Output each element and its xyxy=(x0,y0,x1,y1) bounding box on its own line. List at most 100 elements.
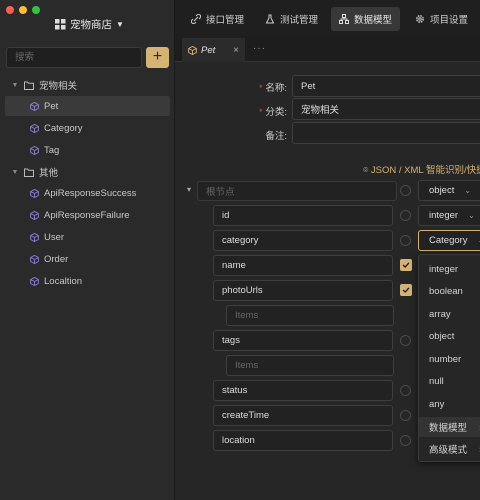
project-switcher[interactable]: 宠物商店 ▼ xyxy=(55,17,124,31)
root-type-select[interactable]: object ⌄ xyxy=(418,180,480,201)
json-import-link[interactable]: ⌾ JSON / XML 智能识别/快捷 xyxy=(363,162,480,176)
model-icon xyxy=(30,210,39,220)
flask-icon xyxy=(265,14,275,24)
required-toggle[interactable] xyxy=(400,185,411,196)
field-name-input[interactable]: createTime xyxy=(213,405,393,426)
tab-settings[interactable]: 项目设置 xyxy=(407,7,476,31)
field-name-input[interactable]: photoUrls xyxy=(213,280,393,301)
window-minimize-button[interactable] xyxy=(19,6,27,14)
required-toggle[interactable] xyxy=(400,335,411,346)
tree-item-label: Pet xyxy=(44,100,59,112)
root-type-value: object xyxy=(429,185,455,196)
field-name-input[interactable]: Items xyxy=(226,305,394,326)
tree-item[interactable]: Order xyxy=(0,249,170,269)
field-name-input[interactable]: id xyxy=(213,205,393,226)
type-option[interactable]: object xyxy=(419,327,480,347)
chevron-down-icon: ⌄ xyxy=(464,186,472,195)
required-toggle[interactable] xyxy=(400,435,411,446)
model-icon xyxy=(30,145,39,155)
caret-down-icon: ▼ xyxy=(11,81,19,89)
tab-label: 接口管理 xyxy=(206,15,245,26)
check-icon xyxy=(402,287,410,293)
type-option[interactable]: number xyxy=(419,349,480,369)
required-toggle[interactable] xyxy=(400,235,411,246)
window-maximize-button[interactable] xyxy=(32,6,40,14)
sidebar: 宠物商店 ▼ + ▼ 宠物相关 Pet Category Tag ▼ 其他 ApiRespon… xyxy=(0,0,175,500)
note-input[interactable] xyxy=(292,122,480,144)
required-toggle[interactable] xyxy=(400,210,411,221)
tree-item[interactable]: Tag xyxy=(0,140,170,160)
category-select[interactable]: 宠物相关 xyxy=(292,98,480,120)
type-option[interactable]: array xyxy=(419,304,480,324)
tree-item-label: Category xyxy=(44,122,83,134)
model-icon xyxy=(30,101,39,111)
grid-icon xyxy=(55,18,66,29)
tree-group[interactable]: ▼ 其他 xyxy=(0,162,170,182)
window-close-button[interactable] xyxy=(6,6,14,14)
close-icon[interactable]: × xyxy=(233,45,239,56)
type-option[interactable]: integer xyxy=(419,259,480,279)
field-name-input[interactable]: status xyxy=(213,380,393,401)
top-nav: 接口管理 测试管理 数据模型 项目设置 xyxy=(175,0,480,38)
model-icon xyxy=(30,188,39,198)
required-checkbox[interactable] xyxy=(400,284,412,296)
link-icon xyxy=(191,14,201,24)
folder-icon xyxy=(24,81,34,90)
search-input[interactable] xyxy=(6,47,142,68)
tree-item-label: User xyxy=(44,231,65,243)
folder-icon xyxy=(24,168,34,177)
type-submenu[interactable]: 高级模式› xyxy=(419,439,480,459)
required-toggle[interactable] xyxy=(400,410,411,421)
field-name-input[interactable]: category xyxy=(213,230,393,251)
field-type-value: integer xyxy=(429,210,459,221)
required-checkbox[interactable] xyxy=(400,259,412,271)
field-name-input[interactable]: name xyxy=(213,255,393,276)
tree-item[interactable]: ApiResponseSuccess xyxy=(0,183,170,203)
type-submenu[interactable]: 数据模型› xyxy=(419,416,480,437)
field-type-select[interactable]: Category⌄ xyxy=(418,230,480,251)
check-icon xyxy=(402,262,410,268)
tree-group[interactable]: ▼ 宠物相关 xyxy=(0,75,170,95)
required-toggle[interactable] xyxy=(400,385,411,396)
chevron-down-icon: ⌄ xyxy=(468,211,475,220)
submenu-label: 数据模型 xyxy=(429,422,468,434)
name-input[interactable]: Pet xyxy=(292,75,480,97)
more-icon[interactable]: ··· xyxy=(253,43,266,54)
model-icon xyxy=(30,276,39,286)
name-label: * 名称: xyxy=(259,83,287,94)
tree-item[interactable]: Localtion xyxy=(0,271,170,291)
field-name-input[interactable]: tags xyxy=(213,330,393,351)
tree-item-label: Tag xyxy=(44,144,60,156)
category-label: * 分类: xyxy=(259,107,287,118)
model-icon xyxy=(188,45,197,55)
tab-test[interactable]: 测试管理 xyxy=(257,7,326,31)
doc-tab-pet[interactable]: Pet × xyxy=(182,38,245,62)
tab-api[interactable]: 接口管理 xyxy=(183,7,252,31)
root-node-input[interactable]: 根节点 xyxy=(197,181,397,201)
type-option[interactable]: null xyxy=(419,372,480,392)
document-tabs: Pet × ··· xyxy=(175,38,480,62)
submenu-label: 高级模式 xyxy=(429,445,468,456)
field-name-input[interactable]: location xyxy=(213,430,393,451)
tree-group-label: 其他 xyxy=(39,168,59,179)
model-icon xyxy=(30,123,39,133)
add-button[interactable]: + xyxy=(146,47,169,68)
tree-item[interactable]: Pet xyxy=(5,96,170,116)
tree-group-label: 宠物相关 xyxy=(39,81,78,92)
tree-item-label: ApiResponseSuccess xyxy=(44,187,137,199)
field-type-select[interactable]: integer ⌄ xyxy=(418,205,480,226)
type-option[interactable]: boolean xyxy=(419,282,480,302)
chevron-down-icon: ▼ xyxy=(116,19,124,29)
field-name-input[interactable]: Items xyxy=(226,355,394,376)
caret-down-icon[interactable]: ▾ xyxy=(187,185,191,194)
tree-item[interactable]: User xyxy=(0,227,170,247)
tree-item[interactable]: Category xyxy=(0,118,170,138)
model-icon xyxy=(339,14,349,24)
tab-label: 数据模型 xyxy=(354,15,393,26)
model-icon xyxy=(30,254,39,264)
note-label: 备注: xyxy=(265,131,287,142)
tab-data-model[interactable]: 数据模型 xyxy=(331,7,401,31)
tree-item-label: ApiResponseFailure xyxy=(44,209,130,221)
tree-item[interactable]: ApiResponseFailure xyxy=(0,205,170,225)
type-option[interactable]: any xyxy=(419,394,480,414)
